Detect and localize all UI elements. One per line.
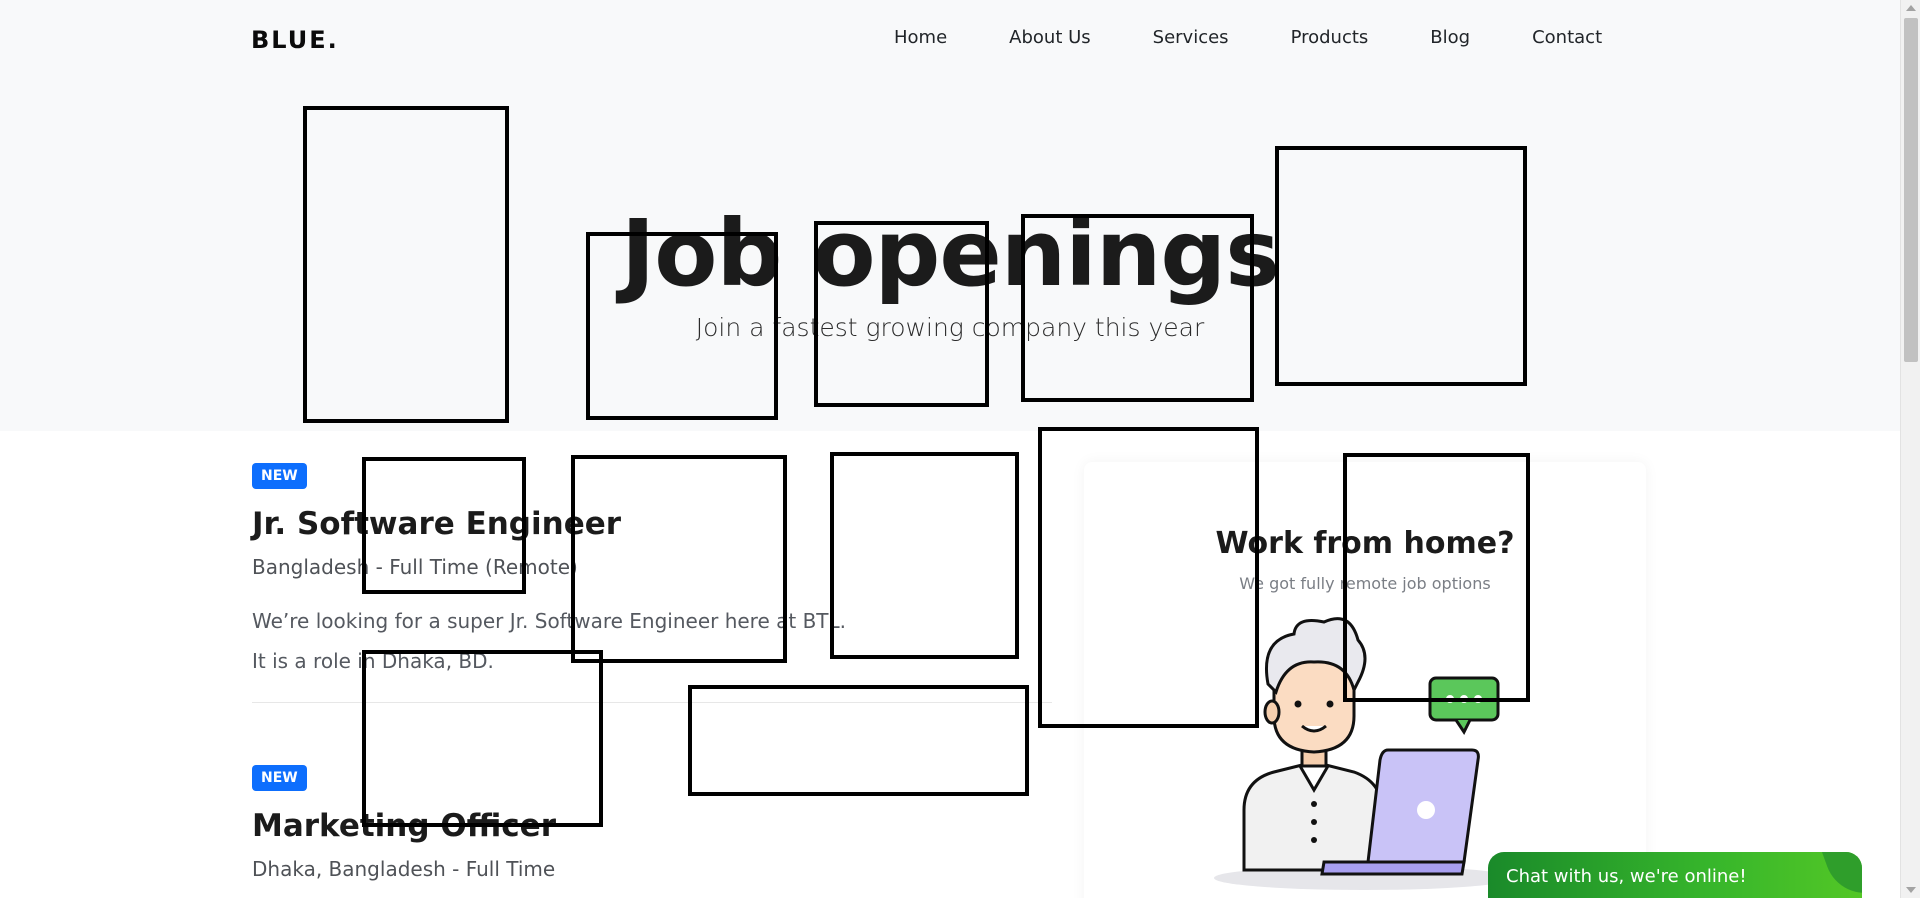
- outline-box: [362, 650, 603, 827]
- outline-box: [688, 685, 1029, 796]
- outline-box: [1021, 214, 1254, 402]
- outline-box: [303, 106, 509, 423]
- brand-logo[interactable]: BLUE.: [251, 26, 339, 54]
- scroll-down-icon[interactable]: [1906, 887, 1916, 893]
- main-nav: Home About Us Services Products Blog Con…: [894, 27, 1602, 48]
- outline-box: [830, 452, 1019, 659]
- outline-box: [1343, 453, 1530, 702]
- outline-box: [571, 455, 787, 663]
- nav-products[interactable]: Products: [1291, 27, 1369, 48]
- job-meta: Dhaka, Bangladesh - Full Time: [252, 857, 556, 881]
- outline-box: [586, 232, 778, 420]
- chat-label: Chat with us, we're online!: [1506, 866, 1747, 887]
- outline-box: [814, 221, 989, 407]
- chat-leaf-icon: [1821, 852, 1862, 898]
- nav-services[interactable]: Services: [1153, 27, 1229, 48]
- outline-box: [362, 457, 526, 594]
- chat-widget[interactable]: Chat with us, we're online!: [1488, 852, 1862, 898]
- nav-contact[interactable]: Contact: [1532, 27, 1602, 48]
- nav-blog[interactable]: Blog: [1430, 27, 1470, 48]
- page: BLUE. Home About Us Services Products Bl…: [0, 0, 1900, 898]
- nav-home[interactable]: Home: [894, 27, 947, 48]
- new-badge: NEW: [252, 463, 307, 489]
- outline-box: [1038, 427, 1259, 728]
- vertical-scrollbar[interactable]: [1900, 0, 1920, 898]
- scroll-up-icon[interactable]: [1906, 5, 1916, 11]
- scrollbar-thumb[interactable]: [1904, 18, 1918, 362]
- new-badge: NEW: [252, 765, 307, 791]
- nav-about-us[interactable]: About Us: [1009, 27, 1091, 48]
- outline-box: [1275, 146, 1527, 386]
